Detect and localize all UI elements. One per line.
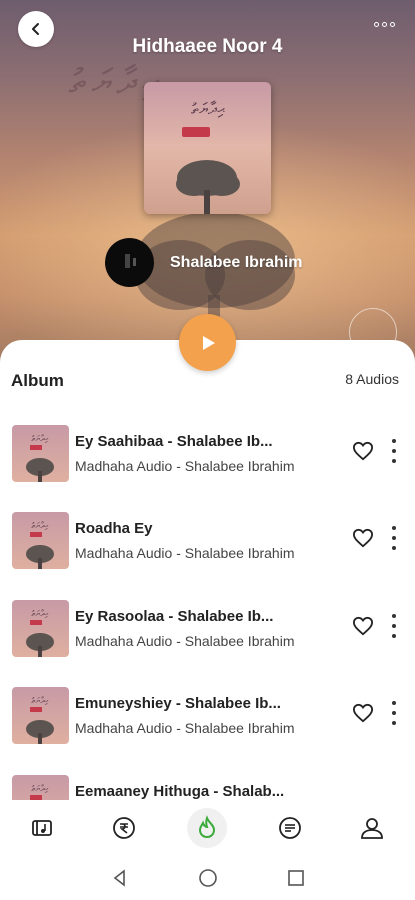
album-label: Album <box>11 371 64 390</box>
track-thumbnail: ޙިދާޔަތު <box>12 512 69 569</box>
track-thumbnail: ޙިދާޔަތު <box>12 600 69 657</box>
play-button[interactable] <box>179 314 236 371</box>
svg-text:ޙިދާޔަތު: ޙިދާޔަތު <box>31 434 48 443</box>
svg-text:ޙިދާޔަތު: ޙިދާޔަތު <box>31 609 48 618</box>
track-title: Eemaaney Hithuga - Shalab... <box>75 783 285 800</box>
track-subtitle: Madhaha Audio - Shalabee Ibrahim <box>75 458 295 474</box>
track-more-icon[interactable] <box>386 439 402 463</box>
track-row[interactable]: ޙިދާޔަތު Ey Saahibaa - Shalabee Ib... Ma… <box>0 425 415 495</box>
nav-profile[interactable] <box>352 808 392 848</box>
heart-icon[interactable] <box>352 703 374 723</box>
track-title: Ey Rasoolaa - Shalabee Ib... <box>75 608 274 625</box>
system-home-button[interactable] <box>196 866 220 890</box>
heart-icon[interactable] <box>352 616 374 636</box>
track-row[interactable]: ޙިދާޔަތު Ey Rasoolaa - Shalabee Ib... Ma… <box>0 600 415 670</box>
nav-home[interactable] <box>187 808 227 848</box>
track-row[interactable]: ޙިދާޔަތު Emuneyshiey - Shalabee Ib... Ma… <box>0 687 415 757</box>
audio-count: 8 Audios <box>345 371 399 387</box>
album-cover: ޙިދާޔަތު <box>144 82 271 214</box>
music-library-icon <box>32 820 52 836</box>
heart-icon[interactable] <box>352 528 374 548</box>
system-navigation-bar <box>0 856 415 900</box>
profile-icon <box>361 818 383 839</box>
track-thumbnail: ޙިދާޔަތު <box>12 425 69 482</box>
svg-text:ޙިދާޔަތު: ޙިދާޔަތު <box>191 99 225 118</box>
heart-icon[interactable] <box>352 441 374 461</box>
track-more-icon[interactable] <box>386 701 402 725</box>
playlist-icon <box>279 817 301 839</box>
chevron-left-icon <box>32 23 39 35</box>
track-title: Emuneyshiey - Shalabee Ib... <box>75 695 281 712</box>
svg-text:ޙިދާޔަތު: ޙިދާޔަތު <box>31 696 48 705</box>
artist-row[interactable]: Shalabee Ibrahim <box>105 238 303 287</box>
track-row[interactable]: ޙިދާޔަތު Roadha Ey Madhaha Audio - Shala… <box>0 512 415 582</box>
track-title: Ey Saahibaa - Shalabee Ib... <box>75 433 273 450</box>
artist-avatar <box>105 238 154 287</box>
bottom-navigation <box>0 800 415 856</box>
track-row[interactable]: ޙިދާޔަތު Eemaaney Hithuga - Shalab... <box>0 775 415 800</box>
svg-text:ޙިދާޔަތު: ޙިދާޔަތު <box>31 784 48 793</box>
page-title: Hidhaaee Noor 4 <box>132 36 283 57</box>
rupee-coin-icon <box>113 817 135 839</box>
nav-donate[interactable] <box>104 808 144 848</box>
nav-playlists[interactable] <box>270 808 310 848</box>
track-thumbnail: ޙިދާޔަތު <box>12 775 69 800</box>
track-list-sheet: Album 8 Audios ޙިދާޔަތު Ey Saahibaa - Sh… <box>0 340 415 800</box>
artist-name: Shalabee Ibrahim <box>170 253 303 271</box>
track-subtitle: Madhaha Audio - Shalabee Ibrahim <box>75 545 295 561</box>
system-back-button[interactable] <box>108 866 132 890</box>
nav-music-library[interactable] <box>22 808 62 848</box>
circle-home-icon <box>199 869 217 887</box>
track-subtitle: Madhaha Audio - Shalabee Ibrahim <box>75 720 295 736</box>
home-flame-icon <box>198 815 216 839</box>
track-thumbnail: ޙިދާޔަތު <box>12 687 69 744</box>
track-title: Roadha Ey <box>75 520 153 537</box>
track-subtitle: Madhaha Audio - Shalabee Ibrahim <box>75 633 295 649</box>
square-recents-icon <box>288 870 304 886</box>
track-more-icon[interactable] <box>386 614 402 638</box>
track-more-icon[interactable] <box>386 526 402 550</box>
system-recents-button[interactable] <box>284 866 308 890</box>
play-icon <box>202 335 215 350</box>
triangle-back-icon <box>113 869 125 887</box>
svg-text:ޙިދާޔަތު: ޙިދާޔަތު <box>31 521 48 530</box>
more-options-icon[interactable] <box>374 22 395 27</box>
